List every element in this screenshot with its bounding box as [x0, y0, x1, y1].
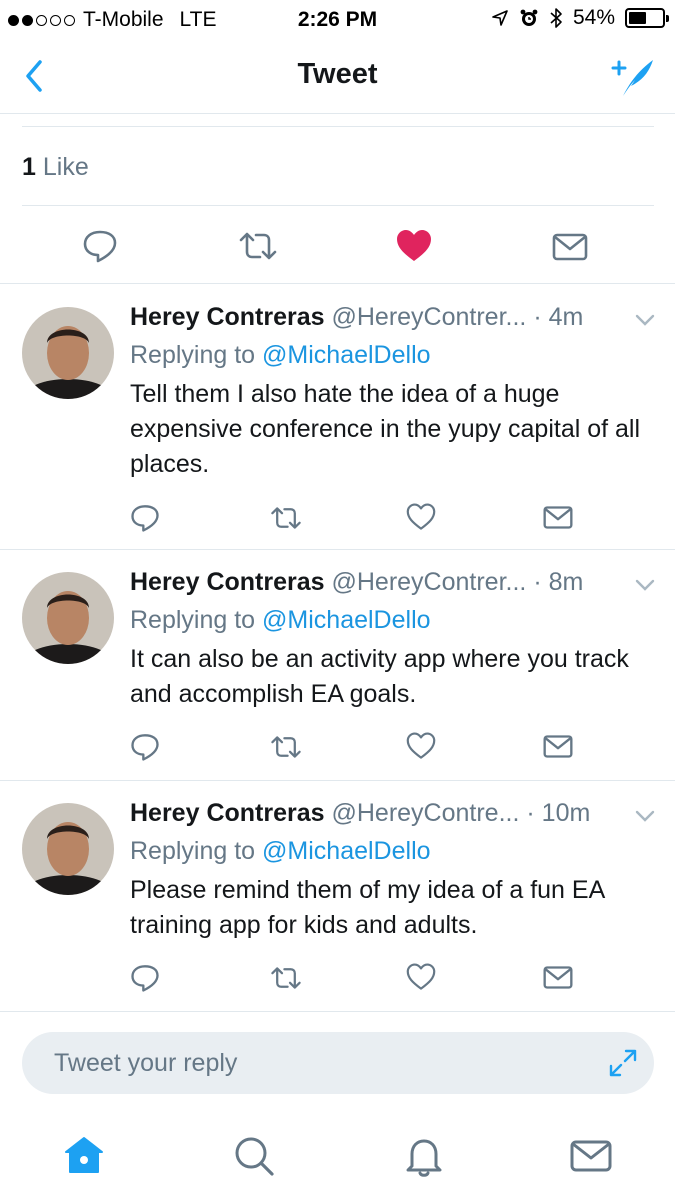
- location-arrow-icon: [492, 10, 508, 26]
- bluetooth-icon: [550, 8, 562, 28]
- nav-bar: Tweet: [0, 40, 675, 114]
- reply-tweet[interactable]: Herey Contreras @HereyContrer... · 4m Re…: [0, 285, 675, 550]
- direct-message-icon[interactable]: [543, 505, 573, 530]
- direct-message-icon[interactable]: [543, 965, 573, 990]
- replying-to: Replying to @MichaelDello: [130, 341, 431, 370]
- reply-placeholder: Tweet your reply: [54, 1049, 238, 1077]
- reply-tweet[interactable]: Herey Contreras @HereyContre... · 10m Re…: [0, 781, 675, 1012]
- direct-message-icon[interactable]: [543, 734, 573, 759]
- battery-icon: [625, 8, 669, 28]
- avatar[interactable]: [22, 572, 114, 664]
- replying-prefix: Replying to: [130, 606, 256, 634]
- replying-to: Replying to @MichaelDello: [130, 606, 431, 635]
- likes-summary: 1 Like: [22, 126, 654, 206]
- like-heart-filled-icon[interactable]: [395, 228, 433, 264]
- reply-icon[interactable]: [130, 503, 160, 533]
- user-handle[interactable]: @HereyContrer...: [331, 568, 526, 596]
- display-name[interactable]: Herey Contreras: [130, 568, 325, 596]
- tweet-time: · 8m: [533, 568, 584, 596]
- tab-bar: [0, 1112, 675, 1200]
- tweet-time: · 10m: [526, 799, 591, 827]
- chevron-down-icon[interactable]: [635, 809, 655, 823]
- tweet-header: Herey Contreras @HereyContre... · 10m: [130, 799, 655, 833]
- battery-fill: [629, 12, 647, 24]
- battery-percent: 54%: [572, 6, 615, 29]
- messages-icon[interactable]: [569, 1134, 613, 1178]
- alarm-icon: [520, 9, 538, 26]
- status-bar: T-Mobile LTE 2:26 PM 54%: [0, 0, 675, 40]
- chevron-down-icon[interactable]: [635, 313, 655, 327]
- replying-prefix: Replying to: [130, 837, 256, 865]
- reply-icon[interactable]: [130, 732, 160, 762]
- notifications-icon[interactable]: [402, 1134, 446, 1178]
- mention-link[interactable]: @MichaelDello: [262, 341, 431, 369]
- reply-input[interactable]: Tweet your reply: [22, 1032, 654, 1094]
- retweet-icon[interactable]: [270, 505, 302, 531]
- tweet-actions: [0, 501, 675, 541]
- reply-icon[interactable]: [82, 228, 118, 264]
- like-heart-icon[interactable]: [406, 963, 436, 991]
- tweet-text: It can also be an activity app where you…: [130, 645, 629, 708]
- page-title: Tweet: [297, 58, 378, 90]
- main-tweet-actions: [0, 206, 675, 284]
- display-name[interactable]: Herey Contreras: [130, 303, 325, 331]
- chevron-down-icon[interactable]: [635, 578, 655, 592]
- display-name[interactable]: Herey Contreras: [130, 799, 325, 827]
- likes-count: 1: [22, 153, 36, 181]
- replying-to: Replying to @MichaelDello: [130, 837, 431, 866]
- user-handle[interactable]: @HereyContrer...: [331, 303, 526, 331]
- user-handle[interactable]: @HereyContre...: [331, 799, 519, 827]
- search-icon[interactable]: [232, 1134, 276, 1178]
- likes-text[interactable]: 1 Like: [22, 153, 89, 182]
- mention-link[interactable]: @MichaelDello: [262, 606, 431, 634]
- tweet-text: Please remind them of my idea of a fun E…: [130, 876, 604, 939]
- like-heart-icon[interactable]: [406, 732, 436, 760]
- likes-label: Like: [42, 153, 89, 181]
- retweet-icon[interactable]: [270, 965, 302, 991]
- status-right: 54%: [491, 6, 669, 30]
- home-icon[interactable]: [62, 1134, 106, 1178]
- tweet-header: Herey Contreras @HereyContrer... · 4m: [130, 303, 655, 337]
- mention-link[interactable]: @MichaelDello: [262, 837, 431, 865]
- expand-icon[interactable]: [608, 1048, 638, 1078]
- tweet-header: Herey Contreras @HereyContrer... · 8m: [130, 568, 655, 602]
- compose-tweet-icon[interactable]: [609, 54, 657, 100]
- retweet-icon[interactable]: [238, 230, 278, 262]
- replying-prefix: Replying to: [130, 341, 256, 369]
- like-heart-icon[interactable]: [406, 503, 436, 531]
- reply-icon[interactable]: [130, 963, 160, 993]
- retweet-icon[interactable]: [270, 734, 302, 760]
- reply-tweet[interactable]: Herey Contreras @HereyContrer... · 8m Re…: [0, 550, 675, 781]
- tweet-actions: [0, 730, 675, 770]
- tweet-actions: [0, 961, 675, 1001]
- tweet-text: Tell them I also hate the idea of a huge…: [130, 380, 641, 478]
- tweet-time: · 4m: [533, 303, 584, 331]
- avatar[interactable]: [22, 803, 114, 895]
- direct-message-icon[interactable]: [552, 232, 588, 262]
- avatar[interactable]: [22, 307, 114, 399]
